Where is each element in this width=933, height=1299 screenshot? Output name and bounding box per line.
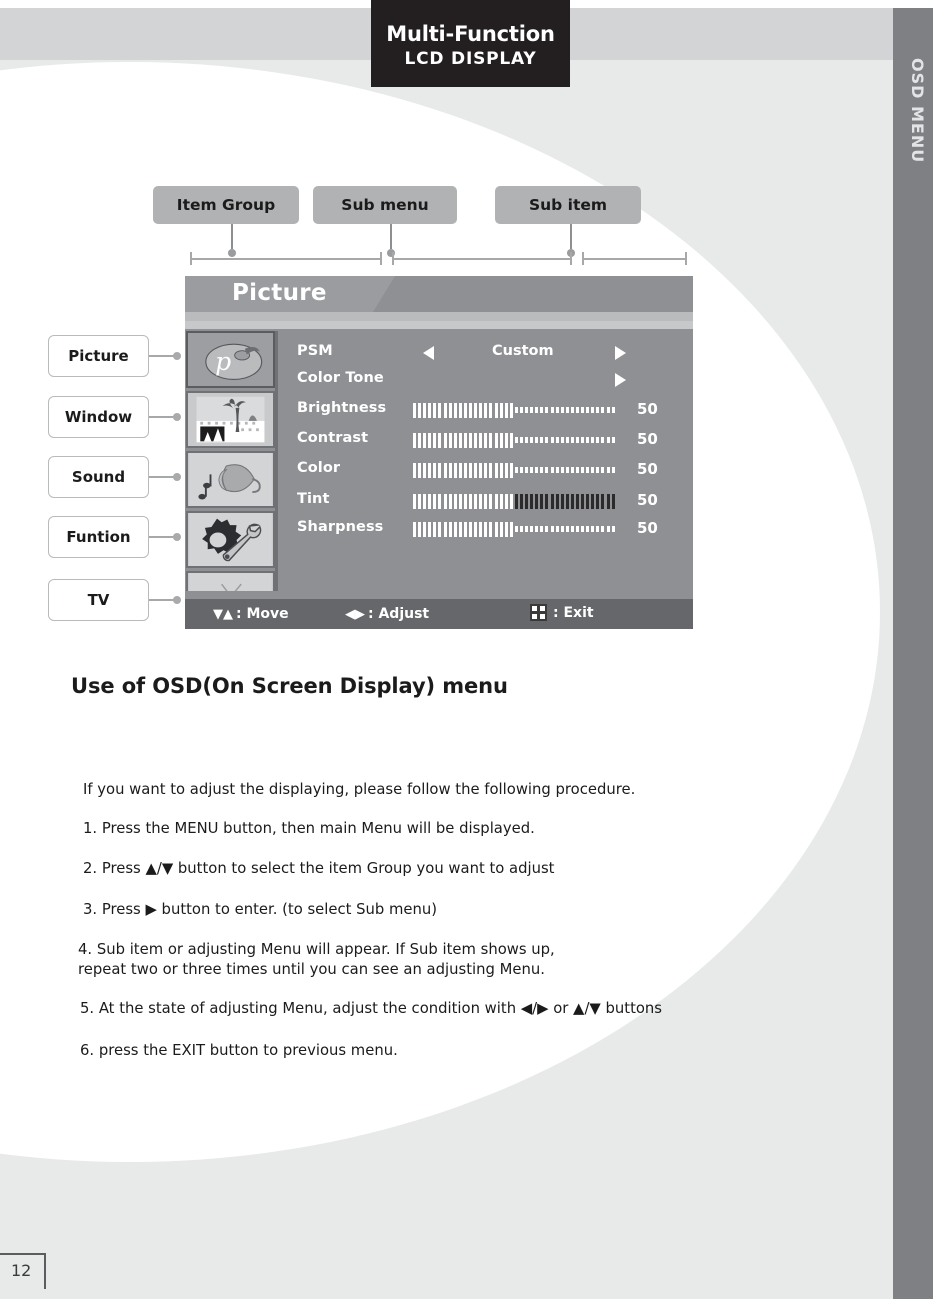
body-intro-text: If you want to adjust the displaying, pl… [83,781,636,798]
body-step-2: 2. Press ▲/▼ button to select the item G… [83,860,555,877]
group-lead-funtion [149,536,176,538]
osd-value-color: 50 [637,460,658,478]
osd-row-label-sharpness: Sharpness [297,519,384,535]
side-tab-label: OSD MENU [908,58,927,164]
callout-chip-sub-item: Sub item [495,186,641,224]
caliper-span-sub-menu [392,258,572,260]
gear-wrench-icon [189,513,272,566]
group-button-window[interactable]: Window [48,396,149,438]
group-dot-picture [173,352,181,360]
osd-icon-cell-picture[interactable]: p [186,331,275,388]
osd-row-color-tone[interactable]: Color Tone [279,370,693,399]
osd-hint-exit-label: : Exit [553,604,594,621]
caliper-tick-6 [685,252,687,265]
group-dot-tv [173,596,181,604]
group-lead-picture [149,355,176,357]
page-section-heading: Use of OSD(On Screen Display) menu [71,674,508,698]
osd-row-label-color: Color [297,460,341,476]
osd-slider-brightness[interactable] [413,402,627,418]
callout-stem-sub-item [570,224,572,249]
caliper-tick-4 [570,252,572,265]
adjust-arrows-icon: ◀▶ [345,606,365,622]
osd-value-contrast: 50 [637,430,658,448]
osd-row-label-psm: PSM [297,343,333,359]
osd-row-color[interactable]: Color 50 [279,460,693,489]
osd-hint-adjust-label: : Adjust [368,606,430,622]
product-title-line2: LCD DISPLAY [404,49,537,69]
speaker-music-icon [189,453,272,506]
osd-icon-cell-window[interactable] [186,391,275,448]
body-step-3: 3. Press ▶ button to enter. (to select S… [83,901,438,918]
osd-row-brightness[interactable]: Brightness 50 [279,400,693,429]
osd-slider-contrast[interactable] [413,432,627,448]
body-step-1: 1. Press the MENU button, then main Menu… [83,820,535,837]
osd-title: Picture [232,280,327,306]
caliper-span-item-group [190,258,381,260]
osd-value-tint: 50 [637,491,658,509]
group-dot-window [173,413,181,421]
group-dot-sound [173,473,181,481]
callout-chip-item-group: Item Group [153,186,299,224]
osd-hint-move-label: : Move [236,606,289,622]
group-button-picture[interactable]: Picture [48,335,149,377]
svg-text:p: p [215,347,231,376]
color-tone-right-arrow-icon[interactable] [615,373,626,387]
osd-row-value-psm: Custom [492,343,554,359]
palm-scene-icon [196,396,265,443]
osd-value-sharpness: 50 [637,519,658,537]
callout-dot-sub-menu [387,249,395,257]
osd-title-wedge [373,276,693,312]
section-side-tab [893,0,933,1299]
osd-icon-cell-sound[interactable] [186,451,275,508]
osd-row-psm[interactable]: PSM Custom [279,343,693,372]
osd-row-list: PSM Custom Color Tone Brightness 50 Cont… [279,331,693,599]
caliper-span-sub-item [582,258,687,260]
product-title-plaque: Multi-Function LCD DISPLAY [371,0,570,87]
osd-row-label-tint: Tint [297,491,330,507]
menu-grid-icon [530,604,547,621]
osd-slider-sharpness[interactable] [413,521,627,537]
osd-value-brightness: 50 [637,400,658,418]
osd-icon-cell-funtion[interactable] [186,511,275,568]
osd-panel: Picture p PSM Custom Color Tone Brightne… [185,276,693,629]
group-button-sound[interactable]: Sound [48,456,149,498]
callout-stem-sub-menu [390,224,392,249]
psm-right-arrow-icon[interactable] [615,346,626,360]
osd-subbar-highlight [185,321,693,329]
osd-icon-rail: p [186,331,277,628]
osd-hint-adjust: ◀▶ : Adjust [345,606,429,622]
callout-stem-item-group [231,224,233,249]
osd-row-tint[interactable]: Tint 50 [279,491,693,520]
body-step-5: 5. At the state of adjusting Menu, adjus… [80,1000,663,1017]
osd-row-label-color-tone: Color Tone [297,370,384,386]
palette-icon: p [205,343,263,381]
caliper-tick-2 [380,252,382,265]
group-lead-tv [149,599,176,601]
psm-left-arrow-icon[interactable] [423,346,434,360]
group-lead-window [149,416,176,418]
osd-slider-color[interactable] [413,462,627,478]
osd-bottom-highlight [185,591,693,599]
callout-chip-sub-menu: Sub menu [313,186,457,224]
move-arrows-icon: ▼▲ [213,606,233,622]
side-tab-white-cap [893,0,933,8]
osd-slider-tint[interactable] [413,493,627,509]
group-lead-sound [149,476,176,478]
osd-row-contrast[interactable]: Contrast 50 [279,430,693,459]
callout-dot-item-group [228,249,236,257]
body-step-4: 4. Sub item or adjusting Menu will appea… [78,941,555,978]
group-button-tv[interactable]: TV [48,579,149,621]
osd-row-label-contrast: Contrast [297,430,369,446]
osd-hint-move: ▼▲ : Move [213,606,289,622]
product-title-line1: Multi-Function [386,22,555,46]
osd-rail-divider [275,331,278,599]
osd-row-label-brightness: Brightness [297,400,387,416]
page-number: 12 [11,1261,32,1280]
osd-row-sharpness[interactable]: Sharpness 50 [279,519,693,548]
osd-hint-exit: : Exit [530,604,594,621]
caliper-tick-1 [190,252,192,265]
group-button-funtion[interactable]: Funtion [48,516,149,558]
body-step-6: 6. press the EXIT button to previous men… [80,1042,398,1059]
group-dot-funtion [173,533,181,541]
